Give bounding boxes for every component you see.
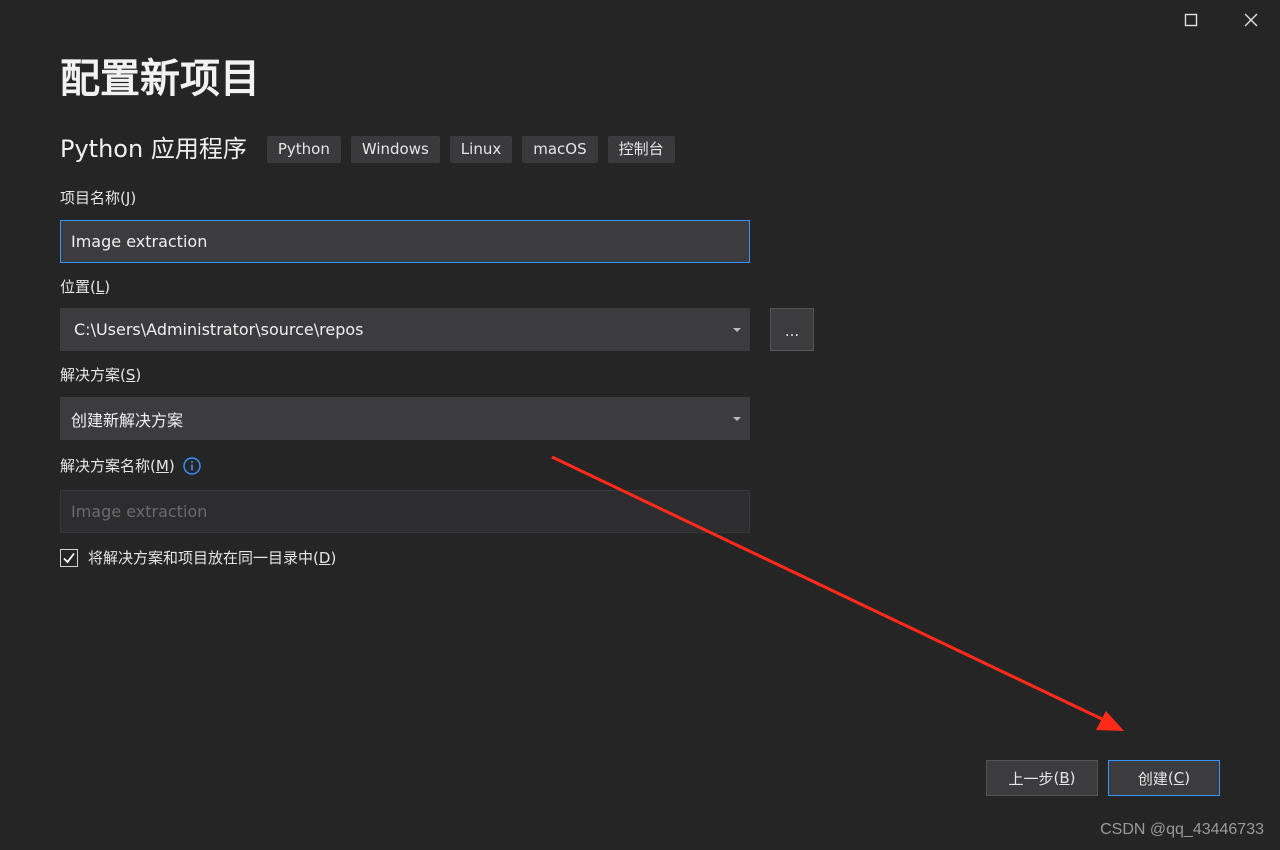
solution-name-placeholder: Image extraction <box>71 502 208 521</box>
tag-console: 控制台 <box>607 135 675 163</box>
location-combobox[interactable]: C:\Users\Administrator\source\repos <box>60 308 750 351</box>
template-name: Python 应用程序 <box>60 135 247 163</box>
same-directory-label: 将解决方案和项目放在同一目录中(D) <box>88 549 337 567</box>
browse-button[interactable]: ... <box>770 308 814 351</box>
close-icon <box>1244 13 1258 27</box>
page-title: 配置新项目 <box>60 56 260 102</box>
create-button[interactable]: 创建(C) <box>1108 760 1220 796</box>
tag-windows: Windows <box>350 135 440 163</box>
location-label: 位置(L) <box>60 278 111 296</box>
project-name-value: Image extraction <box>71 232 208 251</box>
tag-python: Python <box>266 135 341 163</box>
close-button[interactable] <box>1233 4 1269 36</box>
maximize-button[interactable] <box>1173 4 1209 36</box>
checkmark-icon <box>63 552 75 563</box>
maximize-icon <box>1184 13 1198 27</box>
configure-project-dialog: 配置新项目 Python 应用程序 Python Windows Linux m… <box>0 0 1280 850</box>
chevron-down-icon <box>733 416 741 421</box>
back-button[interactable]: 上一步(B) <box>986 760 1098 796</box>
solution-select[interactable]: 创建新解决方案 <box>60 397 750 440</box>
same-directory-option[interactable]: 将解决方案和项目放在同一目录中(D) <box>60 547 336 568</box>
watermark: CSDN @qq_43446733 <box>1100 821 1264 838</box>
template-header: Python 应用程序 Python Windows Linux macOS 控… <box>60 133 685 165</box>
location-value: C:\Users\Administrator\source\repos <box>74 320 364 339</box>
solution-name-input: Image extraction <box>60 490 750 533</box>
solution-label: 解决方案(S) <box>60 366 142 384</box>
tag-linux: Linux <box>449 135 513 163</box>
tag-macos: macOS <box>522 135 598 163</box>
project-name-input[interactable]: Image extraction <box>60 220 750 263</box>
same-directory-checkbox[interactable] <box>60 548 78 567</box>
info-icon[interactable] <box>182 457 201 475</box>
solution-value: 创建新解决方案 <box>71 410 184 430</box>
solution-name-label: 解决方案名称(M) <box>60 456 201 476</box>
chevron-down-icon <box>733 327 741 332</box>
browse-label: ... <box>784 322 800 340</box>
project-name-label: 项目名称(J) <box>60 189 137 207</box>
